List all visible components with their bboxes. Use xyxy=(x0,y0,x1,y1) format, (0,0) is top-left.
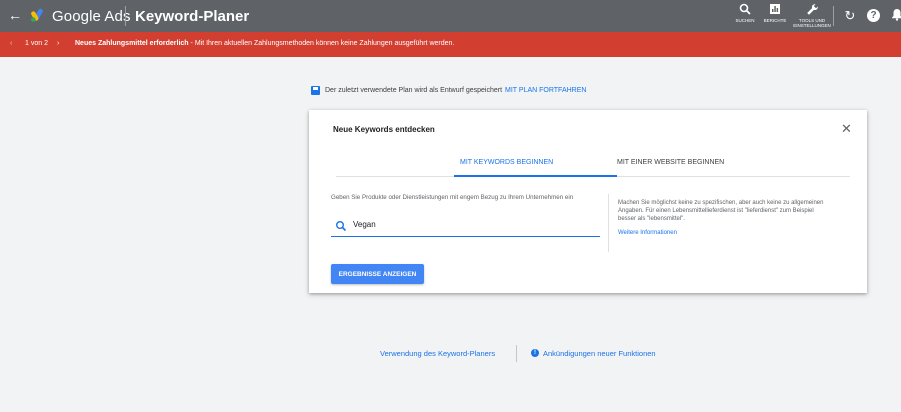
tools-settings-button[interactable]: TOOLS UND EINSTELLUNGEN xyxy=(793,3,831,28)
tab-start-with-website[interactable]: MIT EINER WEBSITE BEGINNEN xyxy=(617,159,724,166)
google-ads-logo xyxy=(30,7,46,23)
alert-counter: 1 von 2 xyxy=(25,40,48,47)
help-icon[interactable]: ? xyxy=(867,9,880,22)
save-icon xyxy=(311,86,320,95)
brand-name: Google Ads xyxy=(52,8,131,25)
chevron-left-icon[interactable]: ‹ xyxy=(10,40,12,47)
tab-start-with-keywords[interactable]: MIT KEYWORDS BEGINNEN xyxy=(460,159,553,166)
draft-notice-text: Der zuletzt verwendete Plan wird als Ent… xyxy=(325,87,503,94)
keyword-hint: Machen Sie möglichst keine zu spezifisch… xyxy=(618,200,824,222)
bell-icon[interactable] xyxy=(889,8,901,25)
show-results-button[interactable]: ERGEBNISSE ANZEIGEN xyxy=(331,264,424,284)
wrench-icon xyxy=(793,3,831,18)
keyword-search-field[interactable] xyxy=(331,218,600,237)
continue-plan-link[interactable]: MIT PLAN FORTFAHREN xyxy=(505,87,586,94)
reports-tool-button[interactable]: BERICHTE xyxy=(762,3,788,23)
more-info-link[interactable]: Weitere Informationen xyxy=(618,230,677,236)
announcements-link[interactable]: Ankündigungen neuer Funktionen xyxy=(543,349,656,358)
card-title: Neue Keywords entdecken xyxy=(333,125,435,134)
search-icon xyxy=(733,3,757,18)
alert-message-rest: - Mit Ihren aktuellen Zahlungsmethoden k… xyxy=(188,40,455,47)
alert-message: Neues Zahlungsmittel erforderlich - Mit … xyxy=(75,40,454,47)
keyword-input[interactable] xyxy=(353,220,593,229)
reports-tool-label: BERICHTE xyxy=(763,18,787,23)
discover-keywords-card: Neue Keywords entdecken ✕ MIT KEYWORDS B… xyxy=(309,110,867,293)
keyword-instruction: Geben Sie Produkte oder Dienstleistungen… xyxy=(331,194,574,201)
search-tool-button[interactable]: SUCHEN xyxy=(733,3,757,23)
page-title: Keyword-Planer xyxy=(135,8,250,25)
tools-settings-label: TOOLS UND EINSTELLUNGEN xyxy=(793,18,831,28)
column-divider xyxy=(608,194,609,252)
arrow-left-icon[interactable]: ← xyxy=(8,8,22,22)
footer-separator xyxy=(516,345,517,362)
chevron-right-icon[interactable]: › xyxy=(57,40,59,47)
alert-message-bold: Neues Zahlungsmittel erforderlich xyxy=(75,40,189,47)
toolbar-separator xyxy=(833,6,834,26)
active-tab-indicator xyxy=(454,175,617,177)
start-mode-tabs: MIT KEYWORDS BEGINNEN MIT EINER WEBSITE … xyxy=(336,156,850,177)
reports-icon xyxy=(762,3,788,18)
info-icon: ! xyxy=(531,349,539,357)
keyword-planner-usage-link[interactable]: Verwendung des Keyword-Planers xyxy=(380,349,495,358)
search-icon xyxy=(335,219,349,233)
payment-alert-banner: ‹ 1 von 2 › Neues Zahlungsmittel erforde… xyxy=(0,32,901,57)
top-app-bar: ← Google Ads Keyword-Planer SUCHEN BERIC… xyxy=(0,0,901,32)
title-separator xyxy=(125,6,126,26)
refresh-icon[interactable]: ↻ xyxy=(842,8,858,24)
search-tool-label: SUCHEN xyxy=(735,18,755,23)
draft-notice: Der zuletzt verwendete Plan wird als Ent… xyxy=(311,86,586,95)
close-icon[interactable]: ✕ xyxy=(841,122,852,135)
